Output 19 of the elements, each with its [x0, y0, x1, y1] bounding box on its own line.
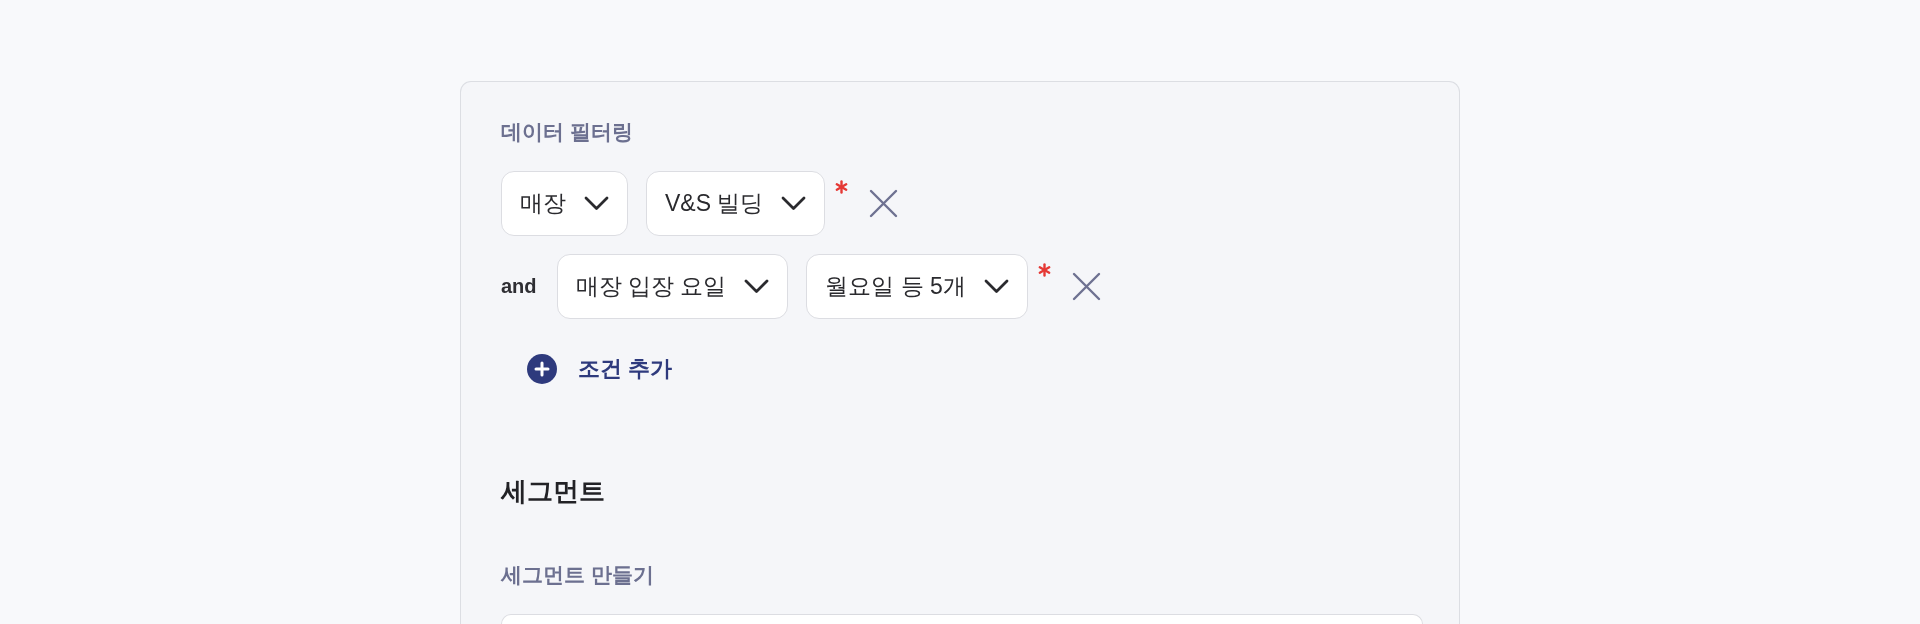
chevron-down-icon — [744, 279, 770, 294]
chevron-down-icon — [781, 196, 807, 211]
add-condition-button[interactable]: 조건 추가 — [527, 349, 673, 389]
field-dropdown[interactable]: 매장 입장 요일 — [556, 254, 789, 319]
field-label: 세그먼트 만들기 — [501, 562, 654, 588]
field-dropdown[interactable]: 매장 — [501, 171, 628, 236]
section-heading: 세그먼트 — [501, 475, 605, 508]
chevron-down-icon — [584, 196, 609, 211]
plus-circle-icon — [527, 354, 557, 384]
segment-input-field[interactable] — [501, 614, 1423, 624]
value-dropdown[interactable]: V&S 빌딩 — [646, 171, 826, 236]
section-label: 데이터 필터링 — [501, 119, 633, 145]
remove-condition-button[interactable] — [869, 189, 899, 218]
chevron-down-icon — [983, 279, 1009, 294]
close-icon — [869, 189, 899, 218]
close-icon — [1071, 272, 1101, 301]
connector-label: and — [501, 275, 537, 298]
remove-condition-button[interactable] — [1071, 272, 1101, 301]
value-dropdown[interactable]: 월요일 등 5개 — [806, 254, 1028, 319]
